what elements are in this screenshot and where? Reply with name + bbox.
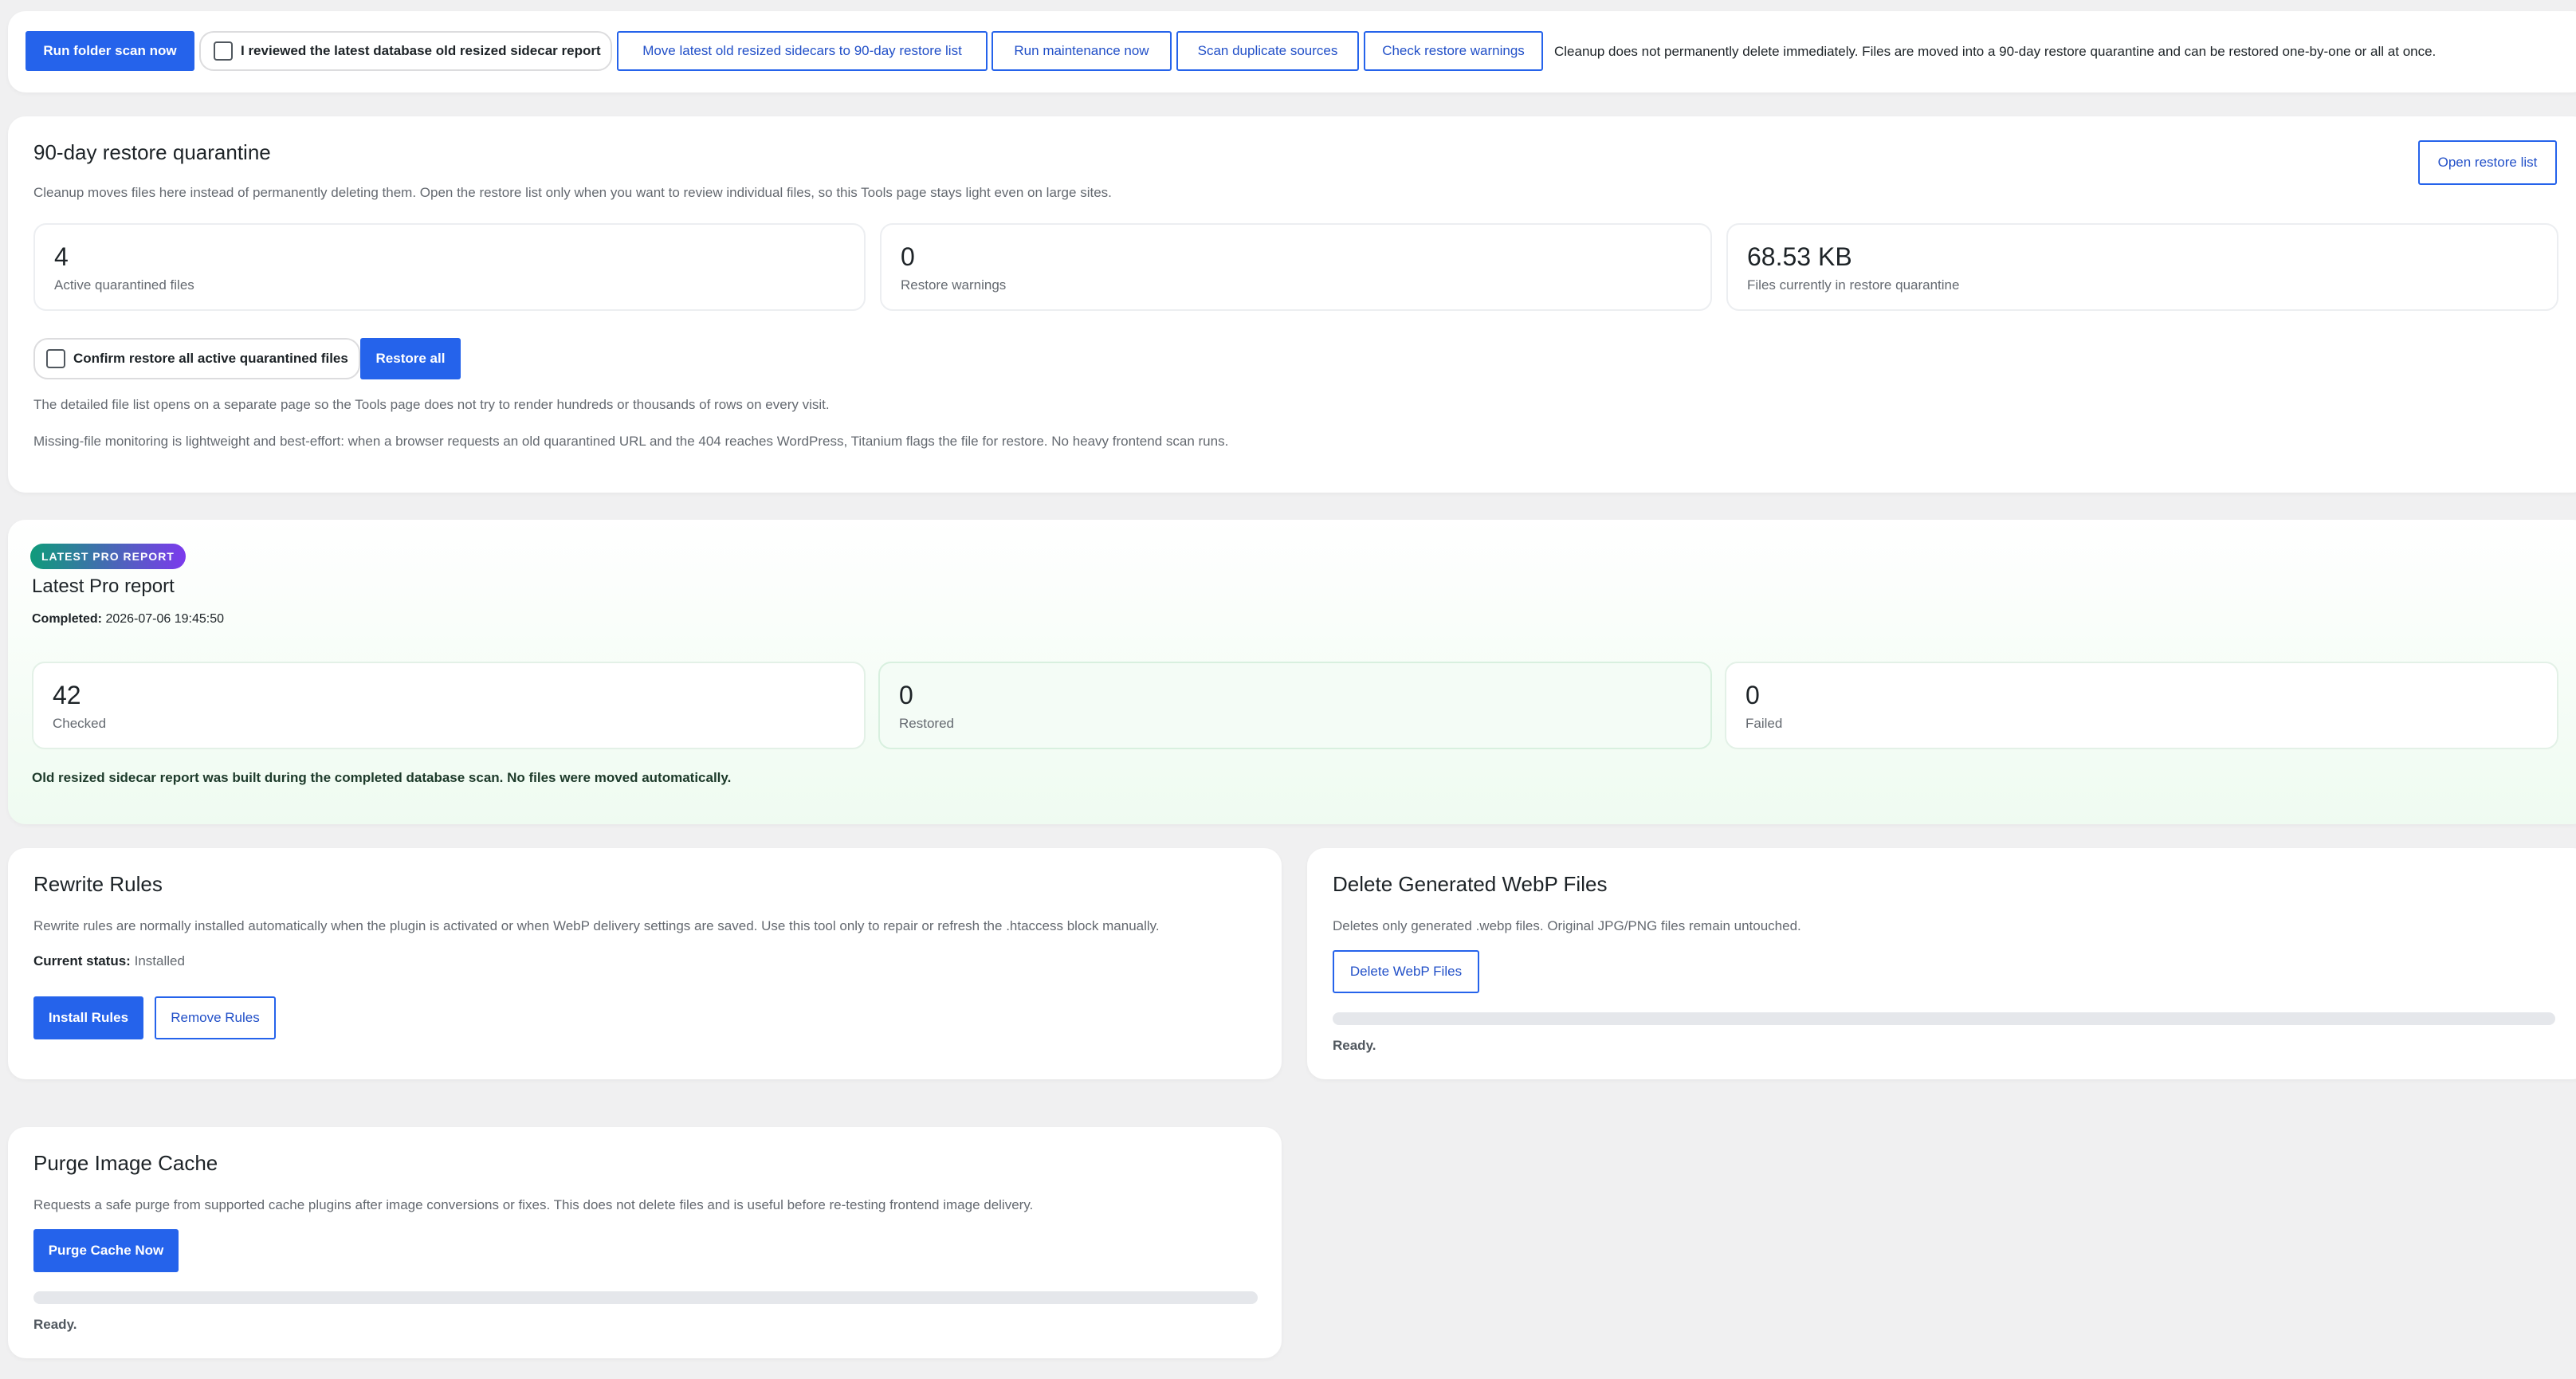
delete-webp-status: Ready. — [1333, 1038, 1376, 1053]
purge-cache-card: Purge Image Cache Requests a safe purge … — [8, 1127, 1282, 1358]
pro-report-title: Latest Pro report — [32, 576, 175, 597]
stat-label: Failed — [1745, 716, 1783, 731]
rewrite-rules-title: Rewrite Rules — [33, 872, 163, 896]
pro-report-card: LATEST PRO REPORT Latest Pro report Comp… — [8, 520, 2576, 824]
cleanup-note: Cleanup does not permanently delete imme… — [1554, 44, 2437, 59]
rewrite-rules-card: Rewrite Rules Rewrite rules are normally… — [8, 848, 1282, 1079]
pro-report-badge: LATEST PRO REPORT — [30, 544, 186, 569]
reviewed-report-label: I reviewed the latest database old resiz… — [241, 43, 601, 58]
reviewed-report-checkbox-pill[interactable]: I reviewed the latest database old resiz… — [199, 31, 612, 71]
purge-cache-button[interactable]: Purge Cache Now — [33, 1229, 179, 1272]
stat-value: 0 — [901, 242, 915, 271]
rewrite-rules-description: Rewrite rules are normally installed aut… — [33, 918, 1160, 933]
delete-webp-card: Delete Generated WebP Files Deletes only… — [1307, 848, 2576, 1079]
run-folder-scan-button[interactable]: Run folder scan now — [26, 31, 194, 71]
pro-report-note: Old resized sidecar report was built dur… — [32, 770, 732, 785]
status-value: Installed — [134, 953, 185, 968]
stat-restored: 0 Restored — [878, 662, 1712, 749]
open-restore-list-button[interactable]: Open restore list — [2418, 140, 2557, 185]
toolbar-card: Run folder scan now I reviewed the lates… — [8, 11, 2576, 92]
purge-cache-description: Requests a safe purge from supported cac… — [33, 1197, 1034, 1212]
delete-webp-progress — [1333, 1012, 2555, 1025]
stat-quarantine-size: 68.53 KB Files currently in restore quar… — [1726, 223, 2558, 311]
stat-label: Restored — [899, 716, 954, 731]
reviewed-report-checkbox[interactable] — [214, 41, 233, 61]
run-maintenance-button[interactable]: Run maintenance now — [992, 31, 1172, 71]
rewrite-rules-status: Current status: Installed — [33, 953, 185, 969]
confirm-restore-checkbox[interactable] — [46, 349, 65, 368]
check-restore-warnings-button[interactable]: Check restore warnings — [1364, 31, 1543, 71]
scan-duplicates-button[interactable]: Scan duplicate sources — [1176, 31, 1359, 71]
status-label: Current status: — [33, 953, 131, 968]
quarantine-card: 90-day restore quarantine Open restore l… — [8, 116, 2576, 493]
confirm-restore-checkbox-pill[interactable]: Confirm restore all active quarantined f… — [33, 338, 360, 379]
stat-value: 0 — [1745, 681, 1760, 709]
stat-value: 0 — [899, 681, 913, 709]
quarantine-description: Cleanup moves files here instead of perm… — [33, 185, 1112, 200]
pro-report-completed: Completed: 2026-07-06 19:45:50 — [32, 612, 224, 627]
stat-value: 42 — [53, 681, 81, 709]
quarantine-note-monitoring: Missing-file monitoring is lightweight a… — [33, 434, 1229, 449]
delete-webp-title: Delete Generated WebP Files — [1333, 872, 1608, 896]
completed-value: 2026-07-06 19:45:50 — [105, 612, 225, 626]
move-sidecars-button[interactable]: Move latest old resized sidecars to 90-d… — [617, 31, 988, 71]
restore-all-button[interactable]: Restore all — [360, 338, 461, 379]
purge-cache-title: Purge Image Cache — [33, 1151, 218, 1175]
stat-value: 4 — [54, 242, 69, 271]
delete-webp-button[interactable]: Delete WebP Files — [1333, 950, 1479, 993]
quarantine-note-file-list: The detailed file list opens on a separa… — [33, 397, 830, 412]
stat-active-quarantined: 4 Active quarantined files — [33, 223, 866, 311]
quarantine-title: 90-day restore quarantine — [33, 140, 271, 164]
stat-checked: 42 Checked — [32, 662, 866, 749]
stat-label: Active quarantined files — [54, 277, 194, 293]
confirm-restore-label: Confirm restore all active quarantined f… — [73, 351, 348, 366]
completed-label: Completed: — [32, 612, 102, 626]
stat-label: Files currently in restore quarantine — [1747, 277, 1960, 293]
remove-rules-button[interactable]: Remove Rules — [155, 996, 276, 1039]
purge-cache-progress — [33, 1291, 1258, 1304]
install-rules-button[interactable]: Install Rules — [33, 996, 143, 1039]
stat-value: 68.53 KB — [1747, 242, 1852, 271]
delete-webp-description: Deletes only generated .webp files. Orig… — [1333, 918, 1801, 933]
stat-restore-warnings: 0 Restore warnings — [880, 223, 1712, 311]
stat-label: Restore warnings — [901, 277, 1007, 293]
stat-failed: 0 Failed — [1725, 662, 2558, 749]
stat-label: Checked — [53, 716, 107, 731]
purge-cache-status: Ready. — [33, 1317, 77, 1332]
